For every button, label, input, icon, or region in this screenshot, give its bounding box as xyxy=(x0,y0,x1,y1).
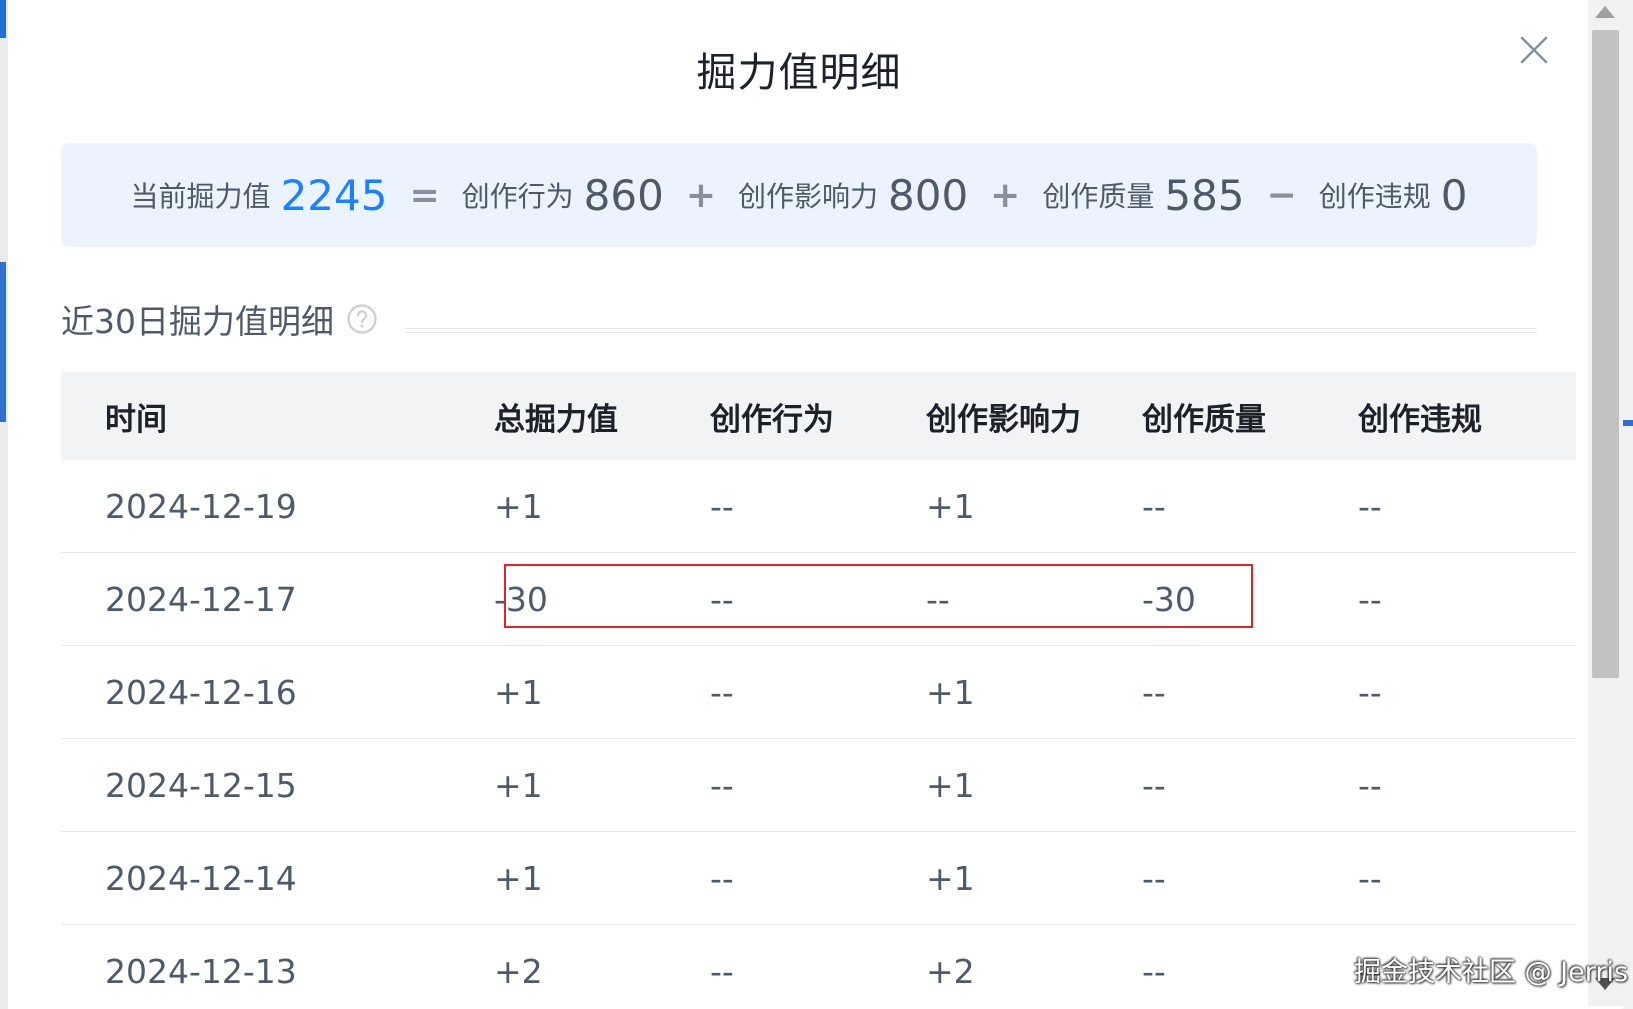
quality-label: 创作质量 xyxy=(1042,180,1155,213)
cell-influence: +1 xyxy=(926,672,975,712)
cell-quality: -- xyxy=(1142,486,1166,526)
cell-behavior: -- xyxy=(710,951,734,991)
violation-label: 创作违规 xyxy=(1318,180,1431,213)
plus-sign: + xyxy=(990,174,1021,216)
cell-violation: -- xyxy=(1358,858,1382,898)
table-row: 2024-12-19 +1 -- +1 -- -- xyxy=(61,460,1576,553)
table-row: 2024-12-14 +1 -- +1 -- -- xyxy=(61,832,1576,925)
column-header-quality: 创作质量 xyxy=(1142,401,1266,438)
cell-date: 2024-12-17 xyxy=(105,579,297,619)
cell-violation: -- xyxy=(1358,486,1382,526)
column-header-time: 时间 xyxy=(105,401,167,438)
plus-sign: + xyxy=(685,174,716,216)
cell-total: +1 xyxy=(494,486,543,526)
scrollbar-thumb[interactable] xyxy=(1592,30,1619,678)
current-juli-value: 2245 xyxy=(280,170,388,220)
influence-label: 创作影响力 xyxy=(737,180,878,213)
modal-title: 掘力值明细 xyxy=(696,50,902,96)
cell-behavior: -- xyxy=(710,858,734,898)
cell-total: -30 xyxy=(494,579,548,619)
cell-date: 2024-12-19 xyxy=(105,486,297,526)
cell-date: 2024-12-14 xyxy=(105,858,297,898)
backdrop-accent xyxy=(1623,420,1633,426)
backdrop-page-right xyxy=(1623,0,1633,1009)
juli-summary-panel: 当前掘力值 2245 = 创作行为 860 + 创作影响力 800 + 创作质量… xyxy=(61,143,1537,247)
table-header: 时间 总掘力值 创作行为 创作影响力 创作质量 创作违规 xyxy=(61,372,1576,460)
minus-sign: − xyxy=(1266,174,1297,216)
table-row: 2024-12-16 +1 -- +1 -- -- xyxy=(61,646,1576,739)
column-header-influence: 创作影响力 xyxy=(926,401,1081,438)
juli-detail-modal: 掘力值明细 当前掘力值 2245 = 创作行为 860 + 创作影响力 800 … xyxy=(8,0,1590,1006)
watermark: 掘金技术社区 @ Jerris xyxy=(1354,957,1629,988)
vertical-scrollbar[interactable] xyxy=(1588,0,1623,1006)
cell-influence: -- xyxy=(926,579,950,619)
cell-date: 2024-12-13 xyxy=(105,951,297,991)
influence-value: 800 xyxy=(888,170,969,220)
cell-quality: -- xyxy=(1142,858,1166,898)
cell-total: +2 xyxy=(494,951,543,991)
cell-influence: +2 xyxy=(926,951,975,991)
current-juli-label: 当前掘力值 xyxy=(130,180,271,213)
column-header-behavior: 创作行为 xyxy=(710,401,834,438)
column-header-violation: 创作违规 xyxy=(1358,401,1482,438)
close-icon xyxy=(1520,36,1548,64)
cell-influence: +1 xyxy=(926,858,975,898)
cell-violation: -- xyxy=(1358,579,1382,619)
cell-quality: -30 xyxy=(1142,579,1196,619)
question-circle-icon[interactable] xyxy=(346,303,378,335)
cell-violation: -- xyxy=(1358,672,1382,712)
cell-total: +1 xyxy=(494,765,543,805)
cell-total: +1 xyxy=(494,858,543,898)
cell-influence: +1 xyxy=(926,765,975,805)
equals-sign: = xyxy=(409,174,440,216)
cell-influence: +1 xyxy=(926,486,975,526)
column-header-total: 总掘力值 xyxy=(494,401,618,438)
cell-date: 2024-12-15 xyxy=(105,765,297,805)
cell-date: 2024-12-16 xyxy=(105,672,297,712)
behavior-label: 创作行为 xyxy=(461,180,574,213)
table-row: 2024-12-15 +1 -- +1 -- -- xyxy=(61,739,1576,832)
juli-detail-table: 时间 总掘力值 创作行为 创作影响力 创作质量 创作违规 2024-12-19 … xyxy=(61,372,1576,1006)
backdrop-accent xyxy=(0,262,6,422)
behavior-value: 860 xyxy=(583,170,664,220)
close-button[interactable] xyxy=(1514,30,1554,70)
quality-value: 585 xyxy=(1164,170,1245,220)
cell-quality: -- xyxy=(1142,951,1166,991)
cell-quality: -- xyxy=(1142,672,1166,712)
screen: 掘力值明细 当前掘力值 2245 = 创作行为 860 + 创作影响力 800 … xyxy=(0,0,1633,1009)
backdrop-accent xyxy=(0,0,6,38)
section-divider xyxy=(406,327,1537,333)
cell-behavior: -- xyxy=(710,765,734,805)
cell-behavior: -- xyxy=(710,579,734,619)
table-row: 2024-12-17 -30 -- -- -30 -- xyxy=(61,553,1576,646)
section-header: 近30日掘力值明细 xyxy=(61,295,1537,343)
cell-violation: -- xyxy=(1358,765,1382,805)
section-title: 近30日掘力值明细 xyxy=(61,302,334,341)
violation-value: 0 xyxy=(1440,170,1468,220)
cell-quality: -- xyxy=(1142,765,1166,805)
cell-total: +1 xyxy=(494,672,543,712)
cell-behavior: -- xyxy=(710,672,734,712)
table-row: 2024-12-13 +2 -- +2 -- -- xyxy=(61,925,1576,1006)
backdrop-page-left xyxy=(0,0,8,1009)
scroll-up-arrow-icon[interactable] xyxy=(1595,6,1615,18)
cell-behavior: -- xyxy=(710,486,734,526)
